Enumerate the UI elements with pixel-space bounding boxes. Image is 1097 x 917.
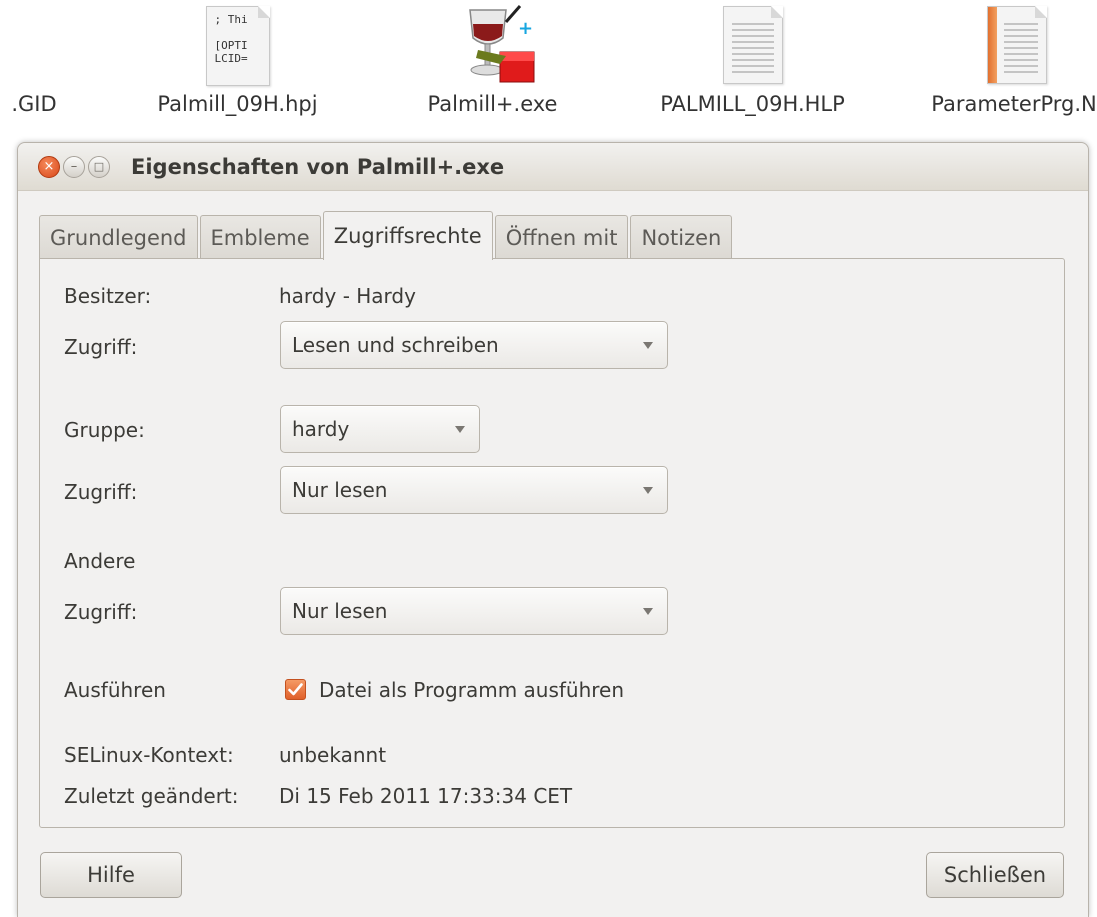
others-access-combo[interactable]: Nur lesen [280,587,668,635]
modified-value: Di 15 Feb 2011 17:33:34 CET [279,784,573,808]
window-title: Eigenschaften von Palmill+.exe [131,154,505,179]
owner-access-combo[interactable]: Lesen und schreiben [280,321,668,369]
modified-label: Zuletzt geändert: [64,784,239,808]
execute-checkbox-label[interactable]: Datei als Programm ausführen [319,678,624,702]
svg-text:+: + [518,18,533,39]
selinux-value: unbekannt [279,743,387,767]
tab-bar: Grundlegend Embleme Zugriffsrechte Öffne… [39,211,734,260]
group-value: hardy [292,417,350,441]
text-file-icon: ; Thi [OPTI LCID= [205,6,270,86]
orange-book-icon [986,6,1047,84]
minimize-window-button[interactable]: – [63,155,85,178]
chevron-down-icon [643,487,653,494]
file-preview-text: ; Thi [OPTI LCID= [214,13,248,65]
maximize-icon: □ [93,160,105,173]
chevron-down-icon [455,426,465,433]
tab-notizen[interactable]: Notizen [630,215,733,259]
group-access-combo[interactable]: Nur lesen [280,466,668,514]
group-label: Gruppe: [64,418,145,442]
close-button[interactable]: Schließen [926,852,1064,898]
file-name: Palmill_09H.hpj [157,92,318,116]
permissions-panel: Besitzer: hardy - Hardy Zugriff: Lesen u… [39,258,1065,828]
others-access-value: Nur lesen [292,599,388,623]
file-name: ParameterPrg.N [931,92,1097,116]
file-name: PALMILL_09H.HLP [660,92,845,116]
others-label: Andere [64,549,136,573]
window-titlebar[interactable]: × – □ Eigenschaften von Palmill+.exe [18,143,1088,191]
close-window-button[interactable]: × [38,155,60,178]
others-access-label: Zugriff: [64,600,138,624]
owner-value: hardy - Hardy [279,284,416,308]
owner-label: Besitzer: [64,284,152,308]
wine-exe-icon: + [448,4,538,92]
desktop-file-area: .GID ; Thi [OPTI LCID= Palmill_09H.hpj + [0,0,1097,130]
close-icon: × [43,159,55,174]
file-name: Palmill+.exe [427,92,558,116]
file-name: .GID [11,92,57,116]
selinux-label: SELinux-Kontext: [64,743,234,767]
tab-grundlegend[interactable]: Grundlegend [39,215,198,259]
chevron-down-icon [643,608,653,615]
properties-dialog: × – □ Eigenschaften von Palmill+.exe Gru… [17,142,1089,917]
group-access-value: Nur lesen [292,478,388,502]
group-combo[interactable]: hardy [280,405,480,453]
tab-embleme[interactable]: Embleme [199,215,321,259]
maximize-window-button[interactable]: □ [88,155,110,178]
minimize-icon: – [70,159,78,174]
owner-access-label: Zugriff: [64,335,138,359]
checkmark-icon [288,683,303,696]
execute-label: Ausführen [64,678,166,702]
chevron-down-icon [643,342,653,349]
execute-checkbox[interactable] [285,679,306,700]
owner-access-value: Lesen und schreiben [292,333,499,357]
tab-zugriffsrechte[interactable]: Zugriffsrechte [322,211,493,260]
tab-oeffnen-mit[interactable]: Öffnen mit [494,215,629,259]
help-button[interactable]: Hilfe [40,852,182,898]
document-icon [722,6,783,84]
group-access-label: Zugriff: [64,480,138,504]
